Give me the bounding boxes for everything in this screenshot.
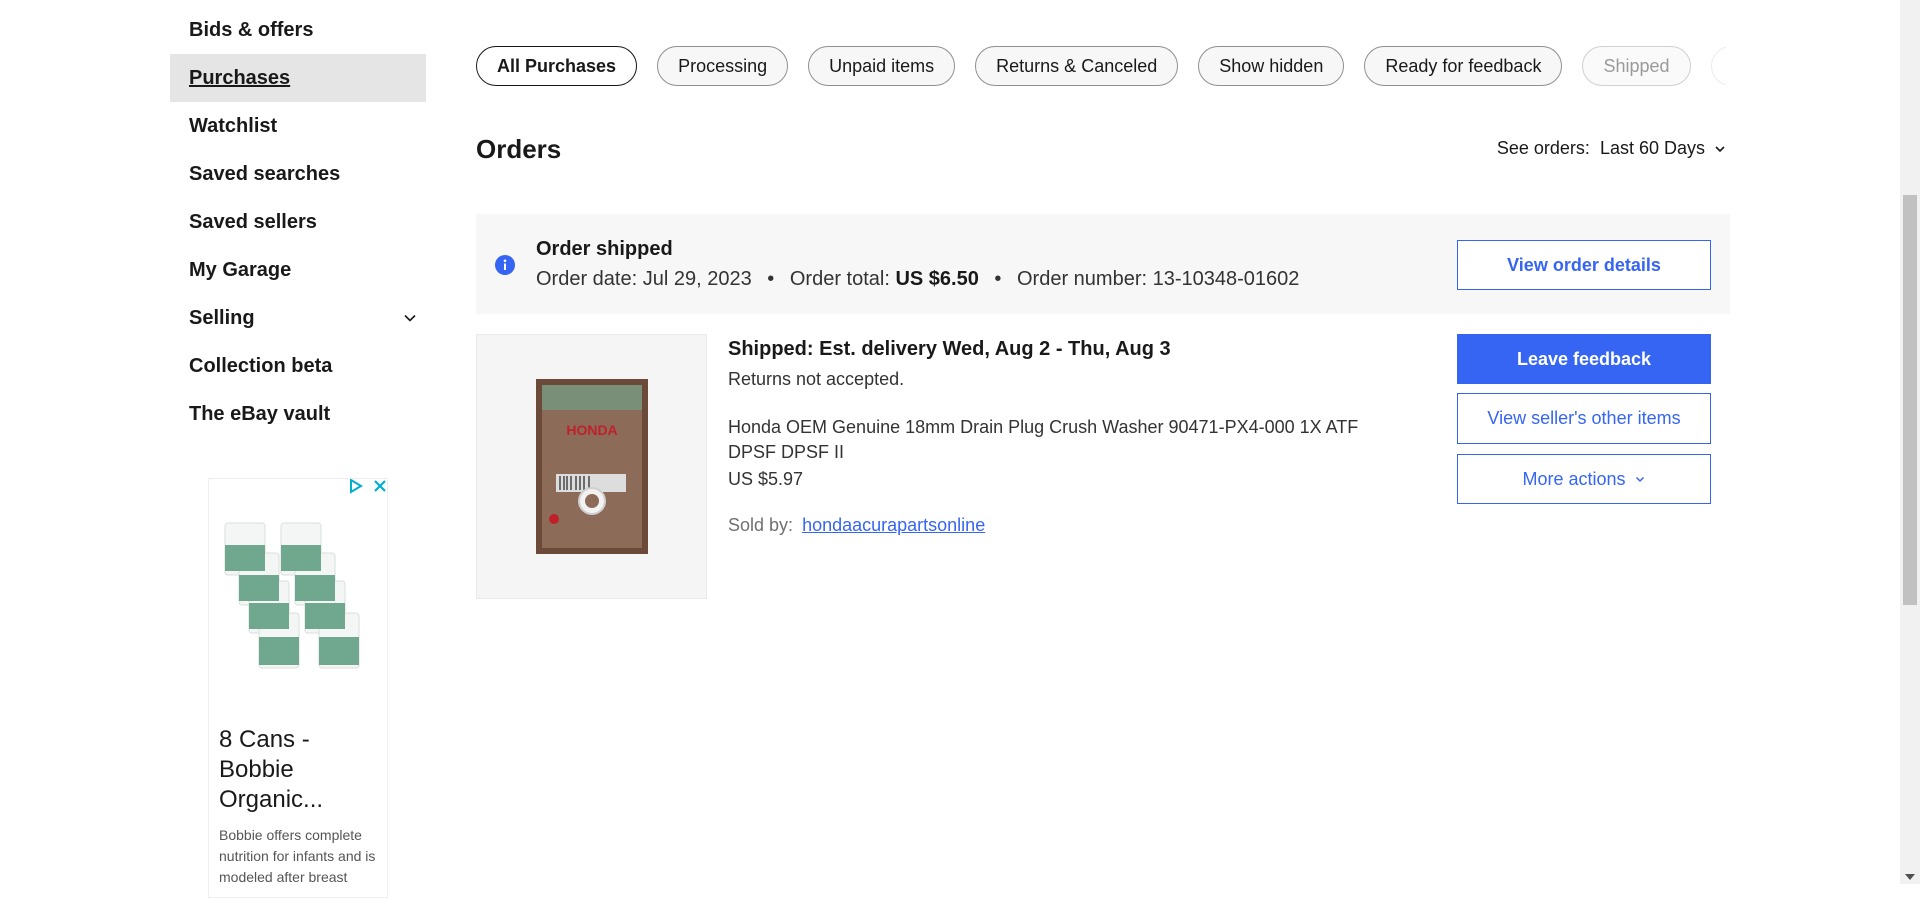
see-orders-label: See orders: [1496,138,1590,158]
order-status: Order shipped [536,238,673,260]
ad-title[interactable]: 8 Cans - Bobbie Organic... [219,725,379,815]
sidebar-item-purchases[interactable]: Purchases [170,54,426,102]
see-orders-dropdown[interactable]: Last 60 Days [1600,138,1727,159]
ad-controls [347,478,388,495]
sidebar-item-selling[interactable]: Selling [170,294,426,342]
adchoices-icon[interactable] [347,478,365,495]
item-image-container[interactable]: HONDA [476,334,707,599]
item-price: US $5.97 [728,469,804,489]
filter-shipped[interactable]: Shipped [1582,46,1691,86]
purchase-filters: All Purchases Processing Unpaid items Re… [476,46,1726,86]
sidebar-item-ebay-vault[interactable]: The eBay vault [170,390,426,438]
sidebar-ad[interactable]: 8 Cans - Bobbie Organic... Bobbie offers… [208,478,388,898]
sidebar-item-label: Saved searches [189,162,341,185]
order-total-label: Order total: [789,268,890,290]
sidebar-item-label: Collection beta [189,354,333,377]
filter-processing[interactable]: Processing [657,46,789,86]
filter-show-hidden[interactable]: Show hidden [1198,46,1345,86]
orders-heading: Orders [476,134,562,164]
sold-by-label: Sold by: [728,515,794,535]
see-orders-value: Last 60 Days [1599,138,1705,158]
ad-product-image[interactable] [219,515,369,680]
item-image[interactable]: HONDA [536,379,648,554]
sidebar-item-label: Saved sellers [189,210,317,233]
sold-by: Sold by: hondaacurapartsonline [728,515,985,536]
info-icon [495,255,515,275]
returns-policy: Returns not accepted. [728,369,905,389]
sidebar-item-saved-sellers[interactable]: Saved sellers [170,198,426,246]
order-total: US $6.50 [895,268,979,290]
sidebar-item-label: The eBay vault [189,402,331,425]
filter-all-purchases[interactable]: All Purchases [476,46,638,86]
sidebar-item-label: Bids & offers [189,18,314,41]
sidebar-item-watchlist[interactable]: Watchlist [170,102,426,150]
sidebar-item-label: My Garage [189,258,292,281]
filter-more-hidden[interactable]: P [1710,46,1726,86]
seller-link[interactable]: hondaacurapartsonline [802,515,985,535]
separator-dot: • [994,268,1002,290]
page-scrollbar[interactable] [1900,0,1920,884]
sidebar-item-bids-offers[interactable]: Bids & offers [170,6,426,54]
filter-ready-for-feedback[interactable]: Ready for feedback [1364,46,1563,86]
order-date-label: Order date: [536,268,638,290]
filter-unpaid-items[interactable]: Unpaid items [808,46,956,86]
sidebar-item-label: Selling [189,306,255,329]
sidebar-item-label: Purchases [189,66,291,89]
view-seller-items-button[interactable]: View seller's other items [1457,393,1711,444]
order-meta: Order date: Jul 29, 2023 • Order total: … [536,268,1299,291]
order-number-label: Order number: [1017,268,1148,290]
sidebar-item-my-garage[interactable]: My Garage [170,246,426,294]
view-order-details-button[interactable]: View order details [1457,240,1711,290]
item-image-brand: HONDA [566,422,617,438]
close-icon[interactable] [371,478,388,495]
sidebar-item-saved-searches[interactable]: Saved searches [170,150,426,198]
order-number: 13-10348-01602 [1152,268,1300,290]
sidebar-nav: Bids & offers Purchases Watchlist Saved … [170,0,426,438]
chevron-down-icon [1715,145,1725,152]
see-orders-filter: See orders: Last 60 Days [1497,138,1727,159]
shipping-status: Shipped: Est. delivery Wed, Aug 2 - Thu,… [728,338,1171,360]
ad-text: Bobbie offers complete nutrition for inf… [219,827,376,885]
more-actions-button[interactable]: More actions [1457,454,1711,504]
item-title-link[interactable]: Honda OEM Genuine 18mm Drain Plug Crush … [728,415,1408,465]
order-date: Jul 29, 2023 [642,268,752,290]
more-actions-label: More actions [1522,468,1626,489]
sidebar-item-collection-beta[interactable]: Collection beta [170,342,426,390]
scroll-down-arrow-icon[interactable] [1905,874,1915,880]
chevron-down-icon[interactable] [400,308,420,328]
sidebar-item-label: Watchlist [189,114,278,137]
scrollbar-thumb[interactable] [1903,195,1917,605]
filter-returns-canceled[interactable]: Returns & Canceled [975,46,1179,86]
separator-dot: • [767,268,775,290]
chevron-down-icon [1635,476,1644,483]
leave-feedback-button[interactable]: Leave feedback [1457,334,1711,384]
